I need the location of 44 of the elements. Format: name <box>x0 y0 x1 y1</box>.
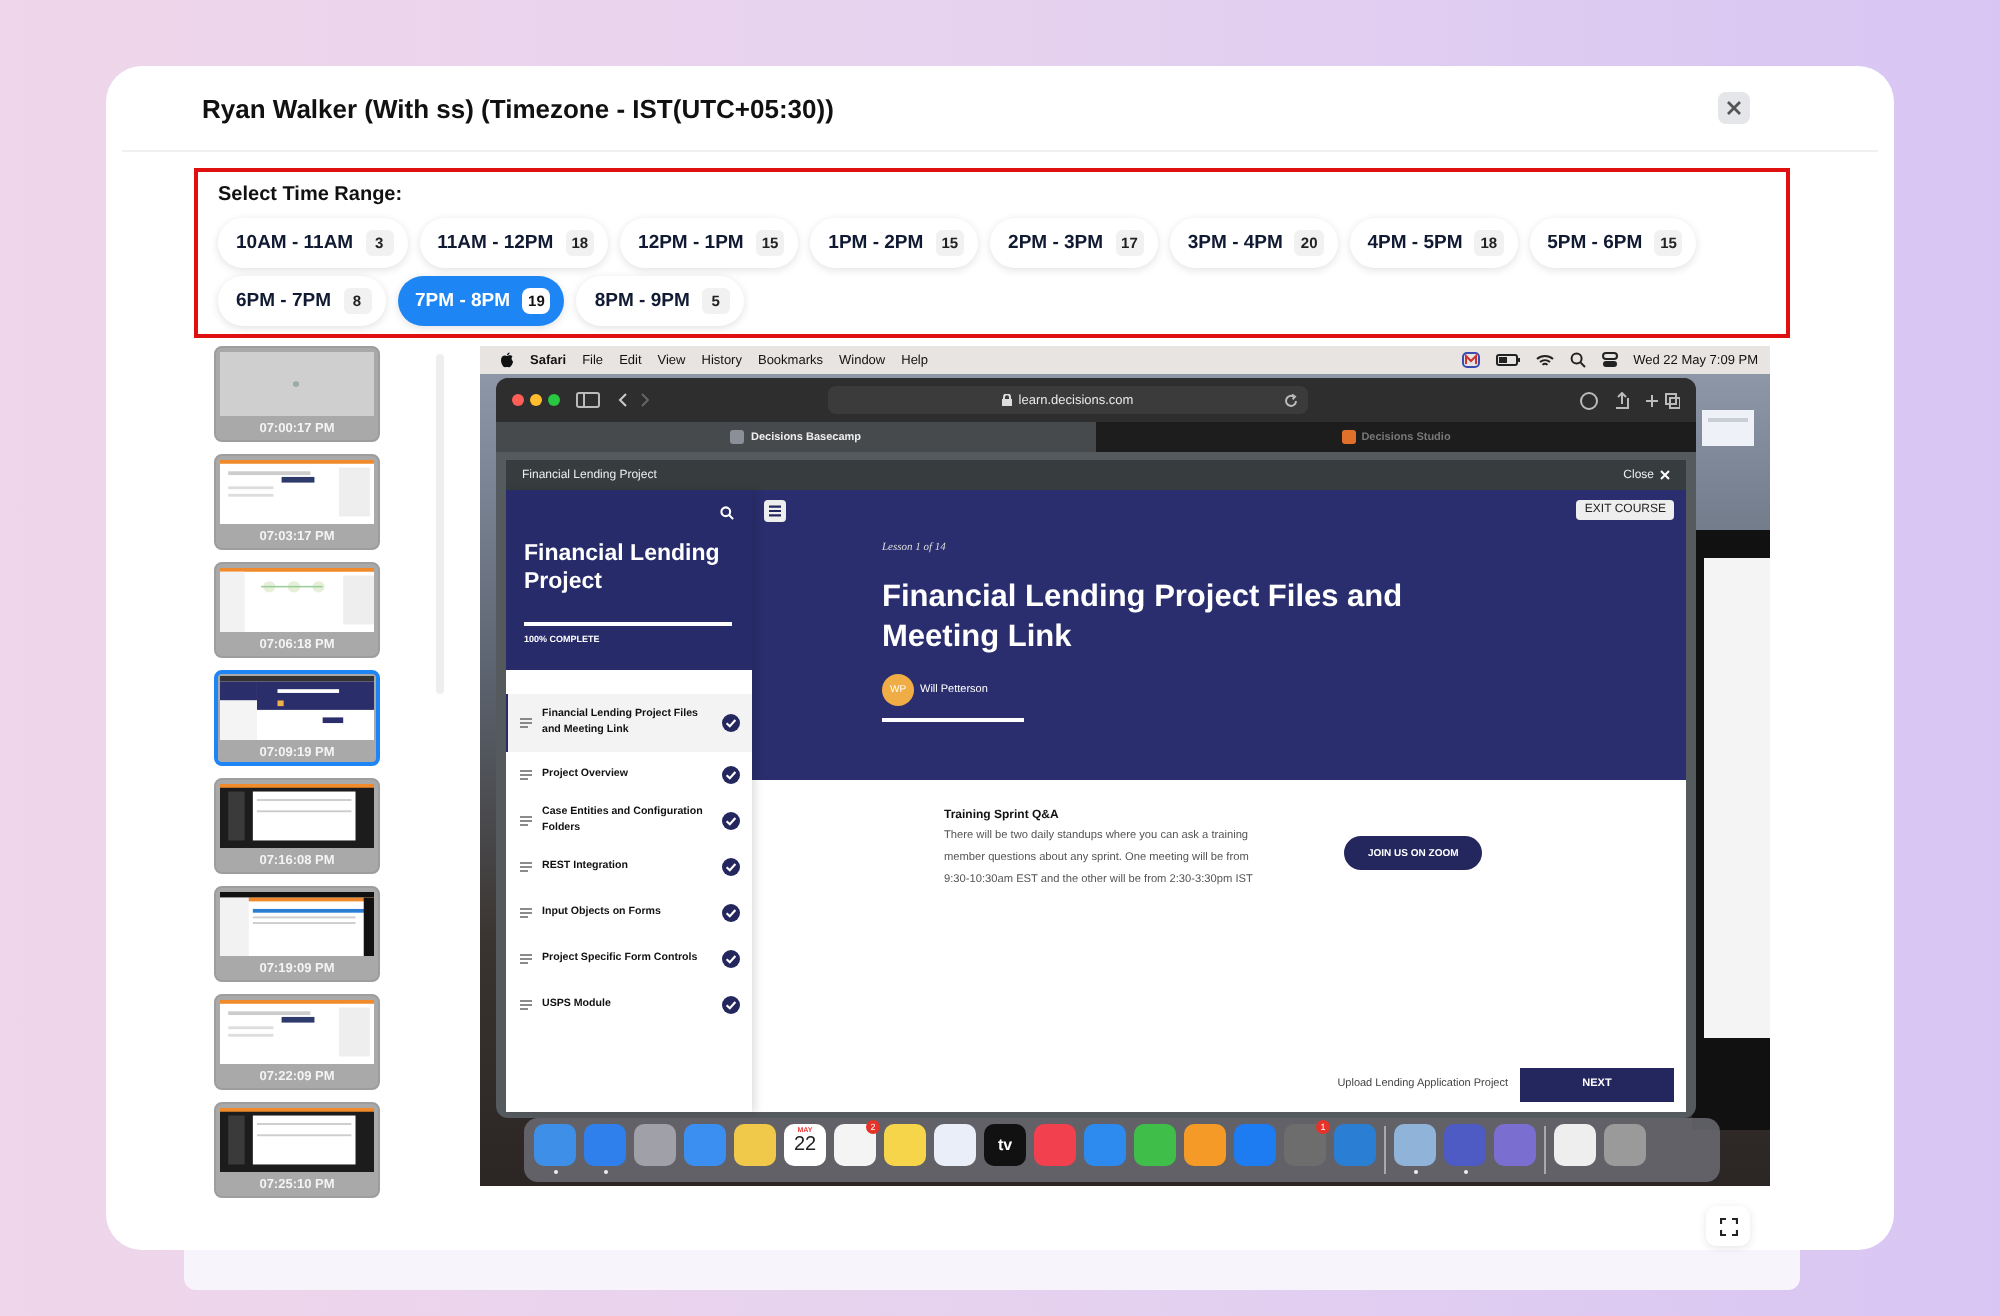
app-icon[interactable] <box>1134 1124 1176 1166</box>
search-icon[interactable] <box>720 506 734 520</box>
lines-icon <box>520 954 532 964</box>
sidebar-icon[interactable] <box>576 392 600 408</box>
app-icon[interactable] <box>934 1124 976 1166</box>
expand-icon <box>1719 1217 1737 1235</box>
time-range-label: Select Time Range: <box>218 184 405 206</box>
app-icon[interactable] <box>634 1124 676 1166</box>
lines-icon <box>520 1000 532 1010</box>
site-icon <box>1341 430 1356 444</box>
toggles-icon[interactable] <box>1601 352 1618 368</box>
app-icon[interactable] <box>884 1124 926 1166</box>
lines-icon <box>520 718 532 728</box>
lines-icon <box>520 908 532 918</box>
lesson-title: Financial Lending Project Files and Meeting Link <box>882 578 1405 658</box>
battery-icon[interactable] <box>1495 354 1520 366</box>
wifi-icon[interactable] <box>1535 353 1554 367</box>
site-icon <box>730 430 745 444</box>
close-icon <box>1726 100 1742 116</box>
close-button[interactable] <box>1718 92 1750 124</box>
lines-icon <box>520 862 532 872</box>
app-icon[interactable] <box>1554 1124 1596 1166</box>
fullscreen-button[interactable] <box>1706 1206 1750 1246</box>
search-icon[interactable] <box>1569 352 1586 368</box>
app-icon[interactable] <box>734 1124 776 1166</box>
apple-icon <box>500 352 514 368</box>
course-title: Financial Lending Project <box>524 540 722 598</box>
lines-icon <box>520 816 532 826</box>
toolbar-icons-drawing[interactable] <box>1580 391 1680 409</box>
app-icon[interactable] <box>1394 1124 1436 1166</box>
close-icon[interactable] <box>1660 470 1670 480</box>
menu-icon[interactable] <box>764 500 786 522</box>
zoom-light-icon[interactable] <box>548 394 560 406</box>
back-forward-icon[interactable] <box>616 392 652 408</box>
lock-icon <box>1002 394 1013 406</box>
app-icon[interactable]: tv <box>984 1124 1026 1166</box>
status-app-icon[interactable] <box>1461 352 1480 368</box>
dialog-title: Ryan Walker (With ss) (Timezone - IST(UTC+05:30)) <box>202 93 834 123</box>
minimize-light-icon[interactable] <box>530 394 542 406</box>
app-icon[interactable] <box>834 1124 876 1166</box>
reload-icon[interactable] <box>1284 393 1298 407</box>
lines-icon <box>520 770 532 780</box>
close-light-icon[interactable] <box>512 394 524 406</box>
app-icon[interactable] <box>1184 1124 1226 1166</box>
